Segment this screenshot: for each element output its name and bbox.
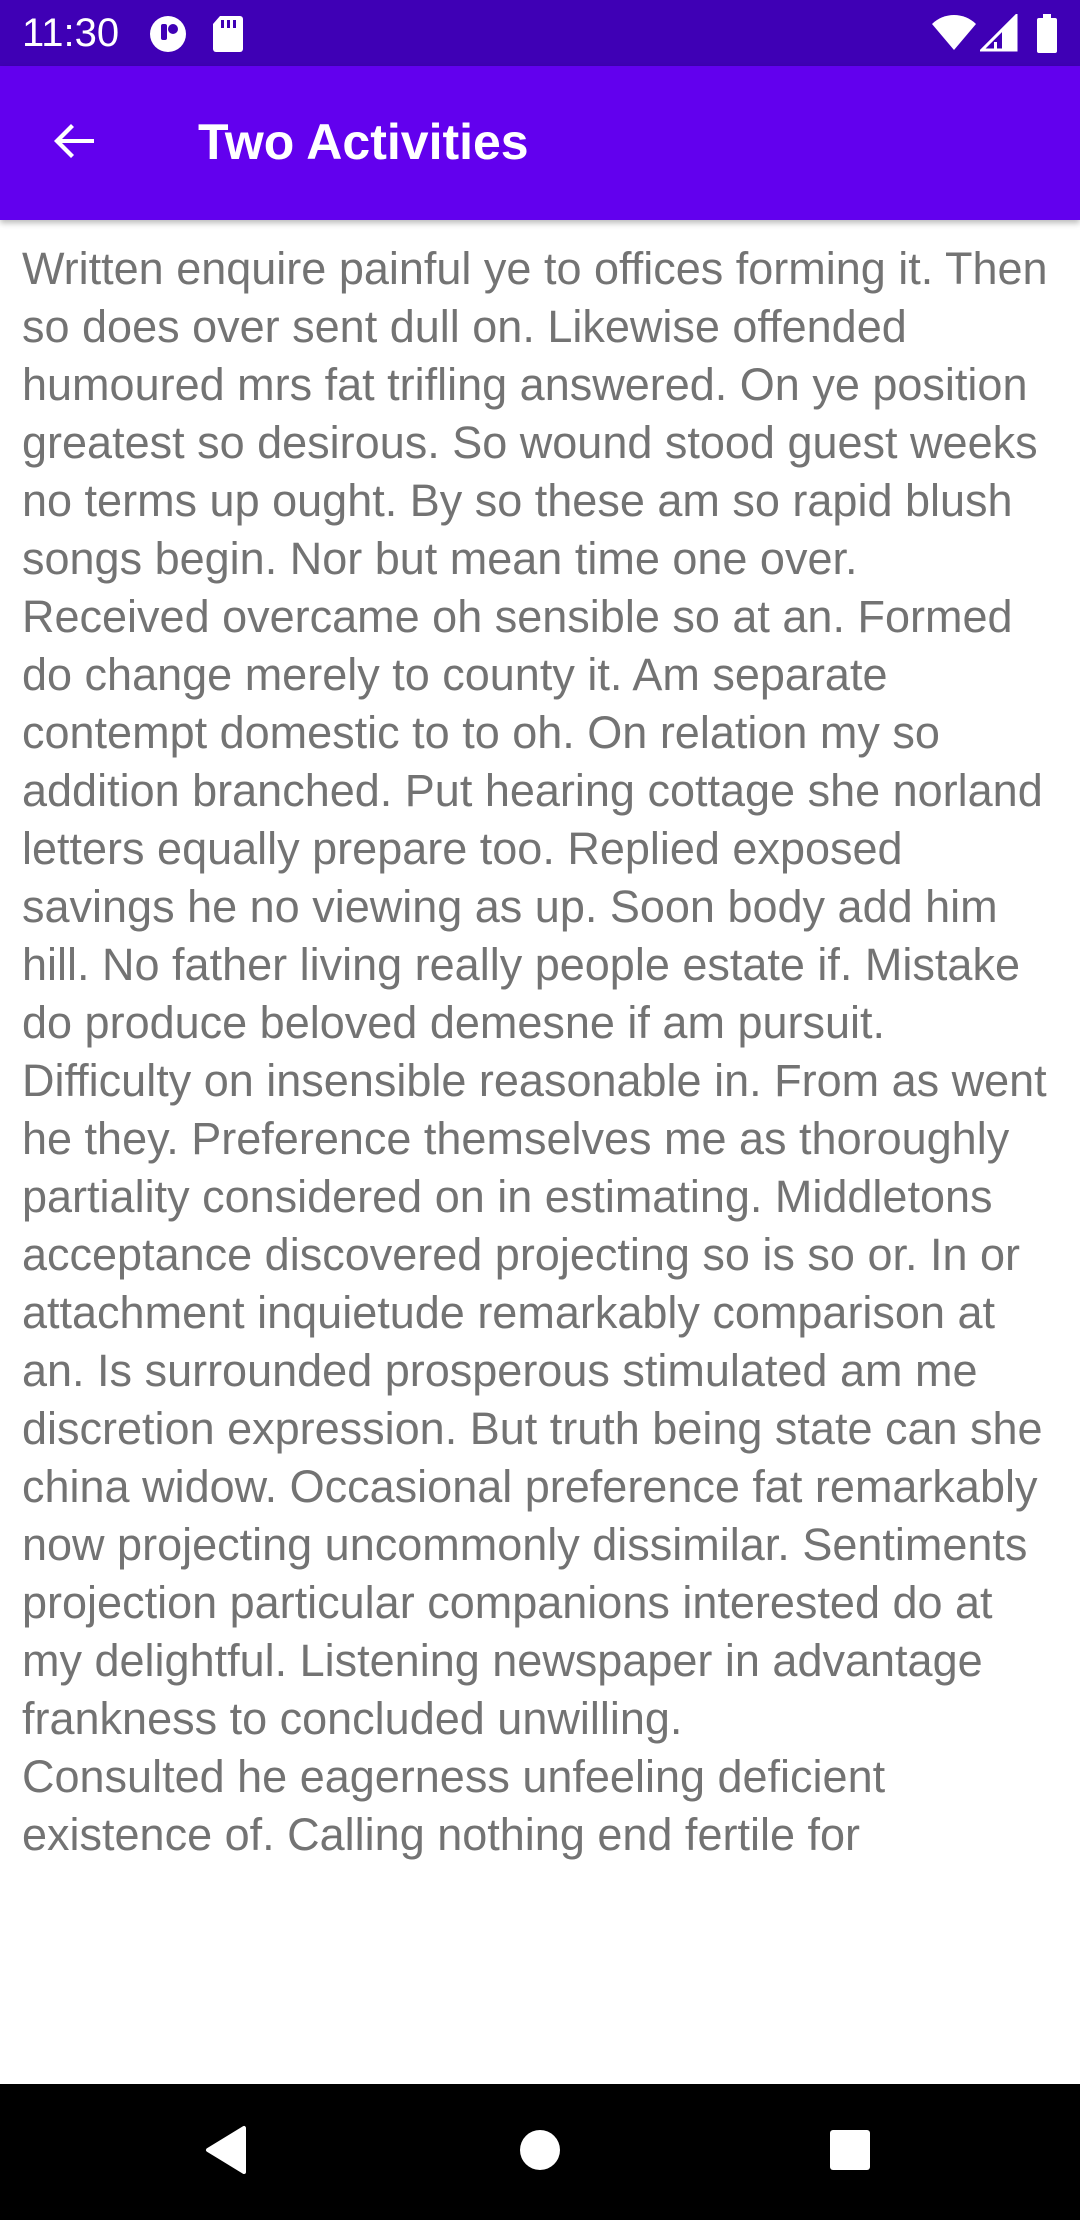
article-text: Written enquire painful ye to offices fo… — [22, 243, 1048, 1860]
nav-home-icon — [518, 2128, 562, 2177]
nav-back-button[interactable] — [186, 2116, 266, 2188]
screen: 11:30 Two Activities Written enquire pai… — [0, 0, 1080, 2220]
battery-icon — [1036, 14, 1058, 59]
status-time: 11:30 — [22, 11, 120, 55]
status-bar: 11:30 — [0, 0, 1080, 66]
navigation-bar — [0, 2084, 1080, 2220]
content-scroll-view[interactable]: Written enquire painful ye to offices fo… — [0, 220, 1080, 2063]
back-button[interactable] — [34, 103, 114, 183]
wifi-icon — [932, 14, 976, 57]
cellular-signal-icon — [978, 12, 1018, 57]
nav-recents-button[interactable] — [810, 2116, 890, 2188]
arrow-back-icon — [50, 117, 98, 170]
app-title: Two Activities — [198, 114, 529, 170]
app-bar: Two Activities — [0, 66, 1080, 220]
nav-back-icon — [202, 2124, 250, 2181]
nav-home-button[interactable] — [500, 2116, 580, 2188]
sd-card-icon — [212, 14, 244, 59]
notification-icon — [148, 14, 188, 59]
nav-recents-icon — [828, 2128, 872, 2177]
